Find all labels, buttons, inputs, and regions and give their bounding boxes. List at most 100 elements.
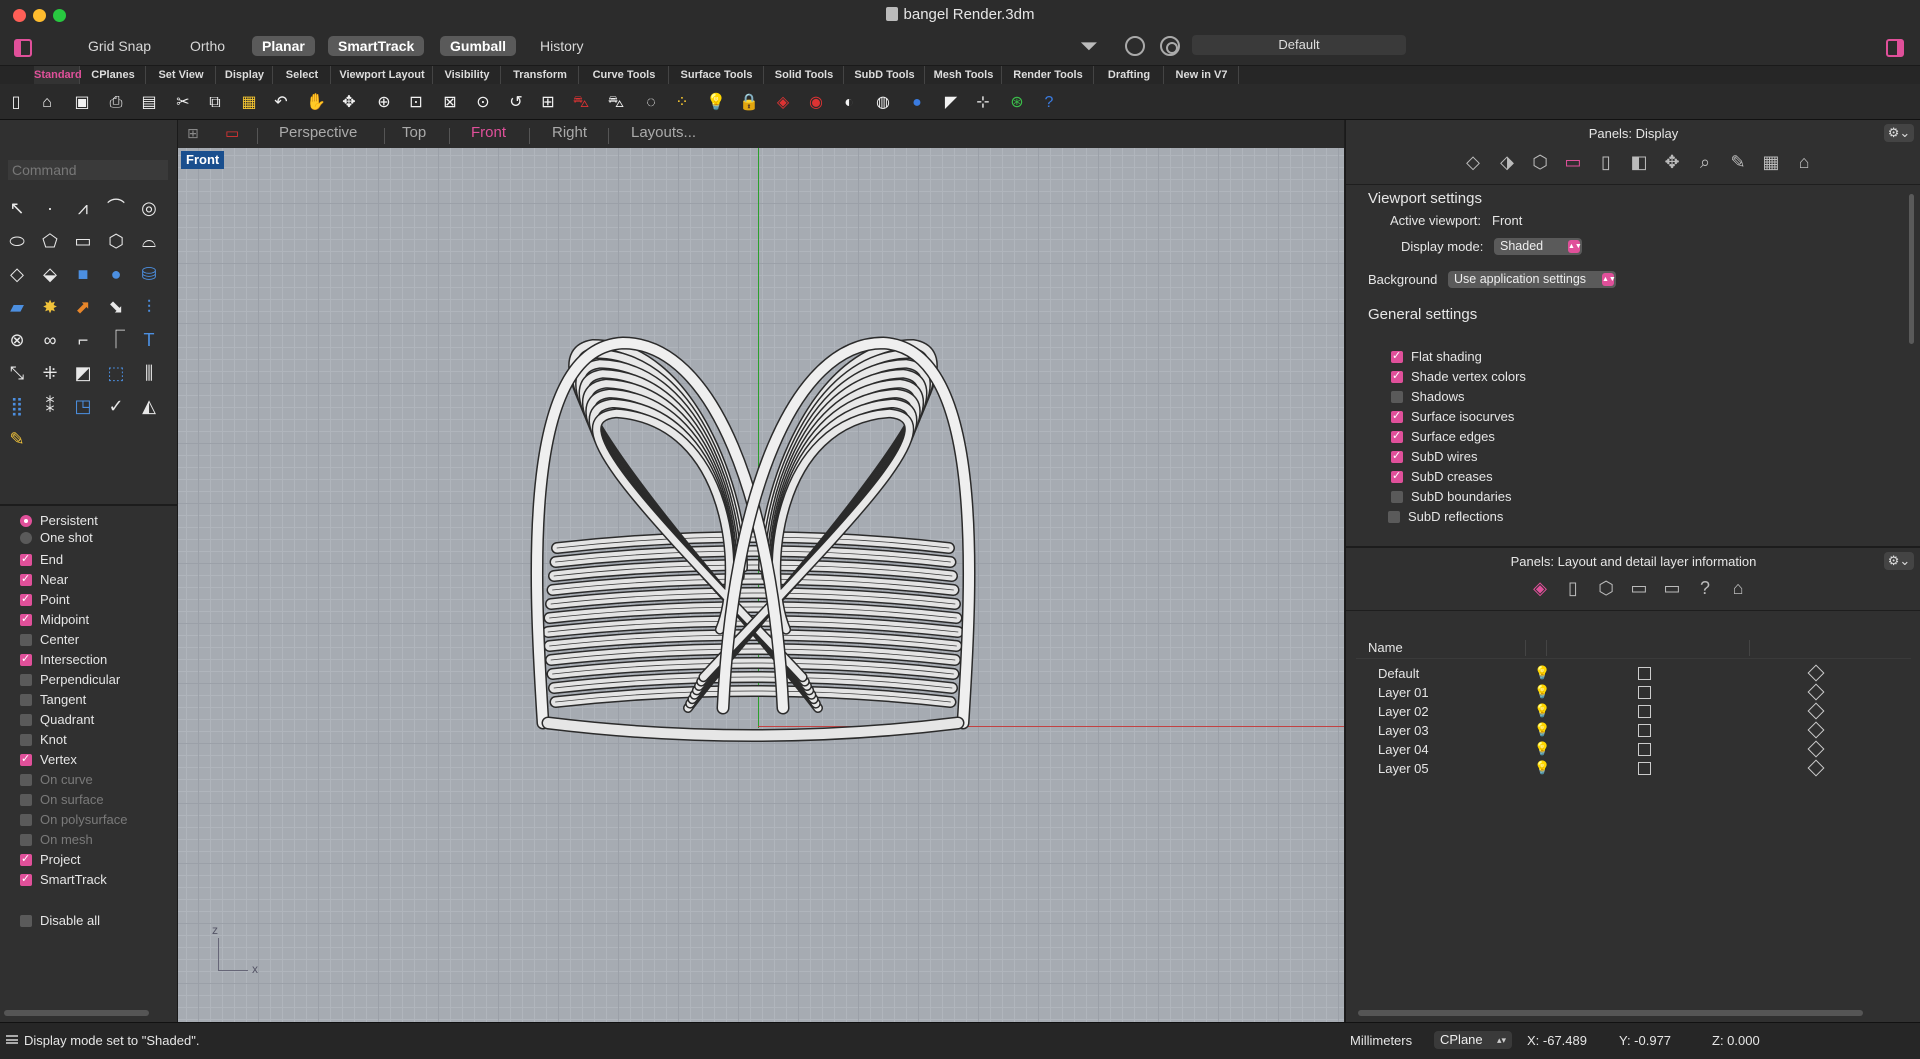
layer-name[interactable]: Default — [1378, 666, 1419, 681]
background-select[interactable]: Use application settings ▲▼ — [1448, 271, 1616, 288]
help-icon[interactable]: ? — [1038, 92, 1060, 114]
osnap-project-checkbox[interactable]: Project — [20, 851, 80, 868]
setting-surface-isocurves-checkbox[interactable]: Surface isocurves — [1391, 408, 1514, 425]
lock-checkbox[interactable] — [1638, 762, 1651, 775]
osnap-knot-checkbox[interactable]: Knot — [20, 732, 67, 748]
setting-flat-shading-checkbox[interactable]: Flat shading — [1391, 348, 1482, 365]
light-bulb-icon[interactable]: 💡 — [1534, 760, 1550, 776]
print-icon[interactable]: ⎙ — [105, 92, 127, 114]
setting-subd-wires-checkbox[interactable]: SubD wires — [1391, 448, 1477, 465]
layer-row[interactable]: Layer 05 💡 — [1356, 759, 1911, 778]
osnap-oneshot-radio[interactable]: One shot — [20, 530, 93, 546]
layout-panel-gear-icon[interactable]: ⚙⌄ — [1884, 552, 1914, 570]
left-sidebar-toggle-icon[interactable] — [14, 39, 32, 57]
tab-curve-tools[interactable]: Curve Tools — [580, 66, 669, 84]
pan-icon[interactable]: ✋ — [305, 92, 327, 114]
trim-icon[interactable]: ⬈ — [70, 294, 96, 320]
curve-icon[interactable]: ⌒ — [103, 195, 129, 221]
save-icon[interactable]: ▣ — [71, 92, 93, 114]
lock-checkbox[interactable] — [1638, 705, 1651, 718]
mode-smarttrack-button[interactable]: SmartTrack — [328, 36, 425, 56]
setting-surface-edges-checkbox[interactable]: Surface edges — [1391, 428, 1495, 445]
grid-layout-icon[interactable]: ⊞ — [187, 125, 199, 142]
copy-icon[interactable]: ⧉ — [204, 92, 226, 114]
lock-checkbox[interactable] — [1638, 667, 1651, 680]
osnap-on-polysurface-checkbox[interactable]: On polysurface — [20, 812, 127, 828]
osnap-end-checkbox[interactable]: End — [20, 551, 63, 568]
rectangle-icon[interactable]: ▭ — [70, 228, 96, 254]
cube-icon[interactable]: ⬡ — [1528, 150, 1552, 174]
offset-icon[interactable]: ⫶ — [136, 294, 162, 320]
light-bulb-icon[interactable]: 💡 — [1534, 665, 1550, 681]
align-icon[interactable]: ⫼ — [136, 360, 162, 386]
explode-icon[interactable]: ✸ — [37, 294, 63, 320]
light-bulb-icon[interactable]: 💡 — [1534, 684, 1550, 700]
text-icon[interactable]: T — [136, 327, 162, 353]
layer-row[interactable]: Layer 01 💡 — [1356, 683, 1911, 702]
light-bulb-icon[interactable]: 💡 — [1534, 703, 1550, 719]
render-icon[interactable]: ◧ — [1627, 150, 1651, 174]
tab-mesh-tools[interactable]: Mesh Tools — [926, 66, 1002, 84]
mode-grid-snap-button[interactable]: Grid Snap — [78, 36, 161, 56]
chamfer-icon[interactable]: ⎾ — [103, 327, 129, 353]
grid-array-icon[interactable]: ⣿ — [4, 393, 30, 419]
tab-subd-tools[interactable]: SubD Tools — [845, 66, 925, 84]
folder-icon[interactable]: ⌂ — [1726, 576, 1750, 600]
osnap-midpoint-checkbox[interactable]: Midpoint — [20, 611, 89, 628]
osnap-on-surface-checkbox[interactable]: On surface — [20, 792, 104, 808]
tab-drafting[interactable]: Drafting — [1095, 66, 1164, 84]
mode-history-button[interactable]: History — [530, 36, 594, 56]
tab-new-in-v7[interactable]: New in V7 — [1165, 66, 1239, 84]
mirror-icon[interactable]: ◩ — [70, 360, 96, 386]
scale-icon[interactable]: ⤡ — [4, 360, 30, 386]
rotate-view-icon[interactable]: ✥ — [338, 92, 360, 114]
folder-icon[interactable]: ⌂ — [1792, 150, 1816, 174]
color-wheel-icon[interactable]: ◉ — [805, 92, 827, 114]
wire-sphere-icon[interactable]: ◍ — [872, 92, 894, 114]
tab-viewport-layout[interactable]: Viewport Layout — [332, 66, 433, 84]
check-icon[interactable]: ✓ — [103, 393, 129, 419]
polygon-icon[interactable]: ⬠ — [37, 228, 63, 254]
display-panel-gear-icon[interactable]: ⚙⌄ — [1884, 124, 1914, 142]
target-icon[interactable]: ✥ — [1660, 150, 1684, 174]
material-diamond-icon[interactable] — [1807, 721, 1825, 739]
display-icon[interactable]: ▭ — [1561, 150, 1585, 174]
properties-icon[interactable]: ◳ — [70, 393, 96, 419]
car-wire-icon[interactable]: ⛍ — [605, 92, 627, 114]
monitor-icon[interactable]: ▭ — [1660, 576, 1684, 600]
osnap-on-mesh-checkbox[interactable]: On mesh — [20, 832, 93, 848]
tab-render-tools[interactable]: Render Tools — [1003, 66, 1094, 84]
undo-view-icon[interactable]: ↺ — [505, 92, 527, 114]
right-panel-scrollbar[interactable] — [1358, 1010, 1863, 1016]
tab-select[interactable]: Select — [274, 66, 331, 84]
pen-icon[interactable]: ✎ — [1726, 150, 1750, 174]
setting-subd-creases-checkbox[interactable]: SubD creases — [1391, 468, 1493, 485]
menu-icon[interactable] — [6, 1035, 18, 1044]
osnap-perpendicular-checkbox[interactable]: Perpendicular — [20, 672, 120, 688]
boolean-icon[interactable]: ⊗ — [4, 327, 30, 353]
layer-name[interactable]: Layer 02 — [1378, 704, 1429, 719]
display-panel-scrollbar[interactable] — [1909, 194, 1914, 344]
circle-icon[interactable]: ◎ — [136, 195, 162, 221]
tab-cplanes[interactable]: CPlanes — [81, 66, 146, 84]
four-views-icon[interactable]: ⊞ — [537, 92, 559, 114]
rendered-sphere-icon[interactable]: ● — [906, 92, 928, 114]
target-icon[interactable] — [1160, 36, 1180, 56]
zoom-window-icon[interactable]: ⊡ — [405, 92, 427, 114]
extrude-icon[interactable]: ⬙ — [37, 261, 63, 287]
paste-icon[interactable]: ▦ — [238, 92, 260, 114]
setting-subd-boundaries-checkbox[interactable]: SubD boundaries — [1391, 489, 1511, 505]
array-icon[interactable]: ⬚ — [103, 360, 129, 386]
fillet-icon[interactable]: ⌐ — [70, 327, 96, 353]
material-diamond-icon[interactable] — [1807, 759, 1825, 777]
osnap-smarttrack-checkbox[interactable]: SmartTrack — [20, 871, 107, 888]
layer-row[interactable]: Default 💡 — [1356, 664, 1911, 683]
dimension-icon[interactable]: ⊹ — [972, 92, 994, 114]
point-icon[interactable]: · — [37, 195, 63, 221]
light-bulb-icon[interactable]: 💡 — [1534, 722, 1550, 738]
material-diamond-icon[interactable] — [1807, 683, 1825, 701]
layer-name[interactable]: Layer 01 — [1378, 685, 1429, 700]
select-point-icon[interactable]: ◌ — [640, 92, 662, 114]
polyline-icon[interactable]: ⩘ — [70, 195, 96, 221]
freeform-icon[interactable]: ⬡ — [103, 228, 129, 254]
